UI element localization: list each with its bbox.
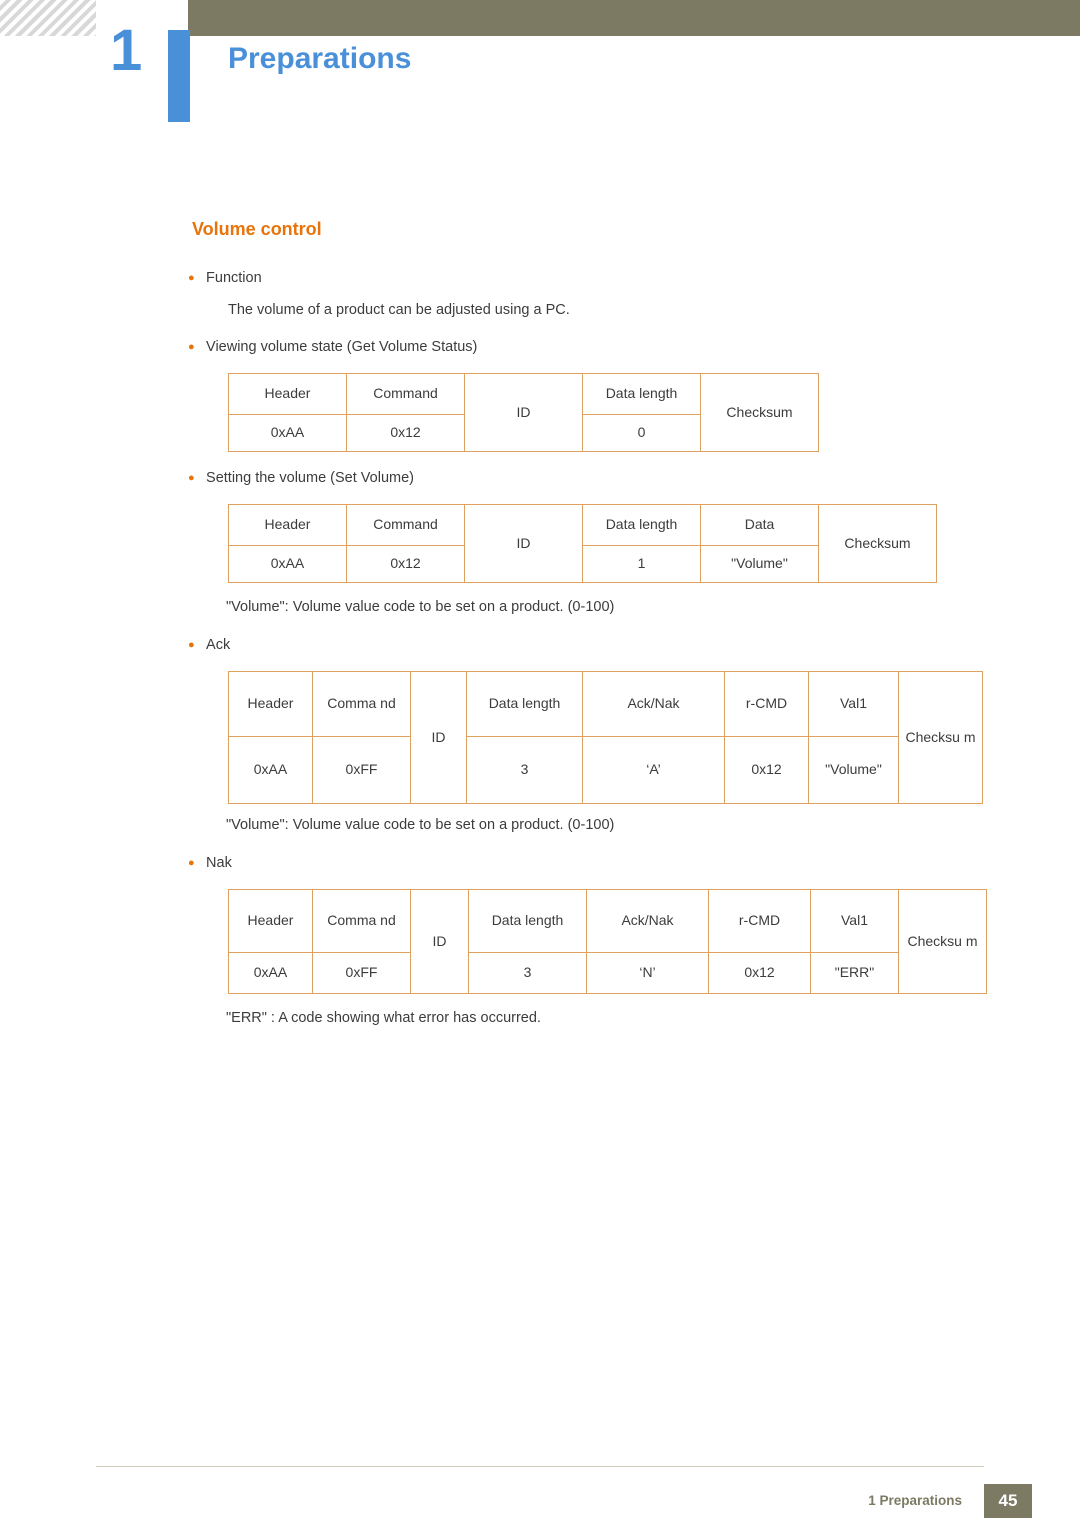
cell-header-label: Data length	[582, 504, 701, 546]
err-note: "ERR" : A code showing what error has oc…	[226, 1010, 541, 1026]
cell-header-label: Ack/Nak	[586, 889, 709, 953]
cell-header-label: Data length	[582, 373, 701, 415]
bullet-function: ● Function	[188, 270, 262, 286]
cell-header-label: Val1	[808, 671, 899, 737]
bullet-set-volume-label: Setting the volume (Set Volume)	[206, 470, 414, 487]
table-get-volume-status: Header Command ID Data length Checksum 0…	[228, 373, 819, 452]
cell-value: ‘N’	[586, 952, 709, 994]
table-ack: Header Comma nd ID Data length Ack/Nak r…	[228, 671, 983, 804]
bullet-nak: ● Nak	[188, 855, 232, 871]
cell-header-label: Data	[700, 504, 819, 546]
footer-page-number: 45	[984, 1484, 1032, 1518]
footer-chapter-label: 1 Preparations	[868, 1493, 962, 1508]
cell-header-label: Header	[228, 671, 313, 737]
cell-value: 0xFF	[312, 952, 411, 994]
chapter-title: Preparations	[228, 42, 412, 75]
cell-header-label: ID	[464, 373, 583, 452]
cell-header-label: Header	[228, 373, 347, 415]
bullet-function-label: Function	[206, 270, 262, 287]
cell-value: 0x12	[346, 414, 465, 452]
volume-note-2: "Volume": Volume value code to be set on…	[226, 817, 615, 833]
cell-value: ‘A’	[582, 736, 725, 804]
bullet-dot-icon: ●	[188, 472, 195, 485]
cell-header-label: Checksum	[700, 373, 819, 452]
cell-value: "Volume"	[808, 736, 899, 804]
cell-value: 0x12	[346, 545, 465, 583]
cell-value: 0xFF	[312, 736, 411, 804]
volume-note-1: "Volume": Volume value code to be set on…	[226, 599, 615, 615]
chapter-accent-bar	[168, 30, 190, 122]
cell-header-label: ID	[410, 889, 469, 994]
bullet-get-volume-label: Viewing volume state (Get Volume Status)	[206, 339, 478, 356]
cell-value: 3	[466, 736, 583, 804]
bullet-dot-icon: ●	[188, 341, 195, 354]
cell-value: 1	[582, 545, 701, 583]
bullet-dot-icon: ●	[188, 639, 195, 652]
bullet-set-volume: ● Setting the volume (Set Volume)	[188, 470, 414, 486]
cell-value: 0xAA	[228, 545, 347, 583]
cell-header-label: Data length	[466, 671, 583, 737]
bullet-dot-icon: ●	[188, 857, 195, 870]
table-row: 0xAA 0xFF 3 ‘N’ 0x12 "ERR"	[228, 952, 987, 994]
cell-header-label: Comma nd	[312, 889, 411, 953]
cell-value: 0x12	[708, 952, 811, 994]
cell-value: "Volume"	[700, 545, 819, 583]
cell-header-label: Checksu m	[898, 671, 983, 804]
cell-header-label: Comma nd	[312, 671, 411, 737]
section-title: Volume control	[192, 219, 322, 239]
bullet-ack-label: Ack	[206, 637, 231, 654]
table-row: 0xAA 0xFF 3 ‘A’ 0x12 "Volume"	[228, 736, 983, 804]
bullet-get-volume: ● Viewing volume state (Get Volume Statu…	[188, 339, 477, 355]
table-set-volume: Header Command ID Data length Data Check…	[228, 504, 937, 583]
cell-header-label: Checksum	[818, 504, 937, 583]
cell-header-label: Header	[228, 889, 313, 953]
bullet-nak-label: Nak	[206, 855, 232, 872]
cell-value: 0	[582, 414, 701, 452]
cell-header-label: Checksu m	[898, 889, 987, 994]
cell-header-label: ID	[410, 671, 467, 804]
table-row: Header Comma nd ID Data length Ack/Nak r…	[228, 889, 987, 994]
table-row: Header Command ID Data length Checksum	[228, 373, 819, 452]
cell-header-label: r-CMD	[724, 671, 809, 737]
cell-header-label: Ack/Nak	[582, 671, 725, 737]
function-description: The volume of a product can be adjusted …	[228, 302, 570, 318]
cell-value: 3	[468, 952, 587, 994]
footer-divider	[96, 1466, 984, 1467]
cell-value: 0x12	[724, 736, 809, 804]
cell-header-label: Header	[228, 504, 347, 546]
bullet-ack: ● Ack	[188, 637, 230, 653]
cell-header-label: Data length	[468, 889, 587, 953]
cell-header-label: Command	[346, 504, 465, 546]
cell-value: 0xAA	[228, 736, 313, 804]
cell-value: "ERR"	[810, 952, 899, 994]
cell-header-label: r-CMD	[708, 889, 811, 953]
cell-header-label: Val1	[810, 889, 899, 953]
cell-header-label: ID	[464, 504, 583, 583]
cell-value: 0xAA	[228, 414, 347, 452]
cell-header-label: Command	[346, 373, 465, 415]
chapter-number: 1	[110, 18, 142, 83]
table-nak: Header Comma nd ID Data length Ack/Nak r…	[228, 889, 987, 994]
cell-value: 0xAA	[228, 952, 313, 994]
bullet-dot-icon: ●	[188, 272, 195, 285]
table-row: Header Comma nd ID Data length Ack/Nak r…	[228, 671, 983, 804]
table-row: Header Command ID Data length Data Check…	[228, 504, 937, 583]
header-hatch-decoration	[0, 0, 96, 36]
